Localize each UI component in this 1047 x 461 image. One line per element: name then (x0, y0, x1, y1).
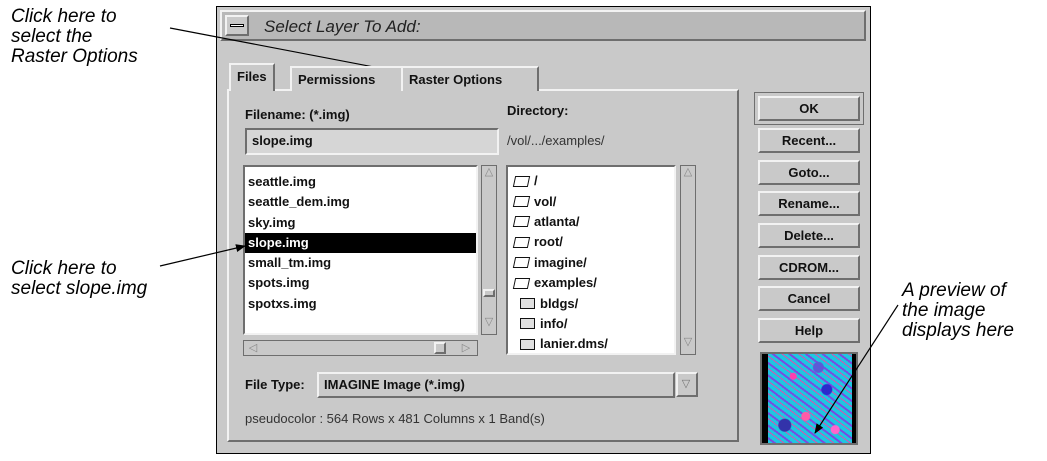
preview-leader-line (814, 304, 899, 434)
file-leader-line (159, 244, 246, 267)
tab-files[interactable]: Files (229, 63, 275, 91)
tab-raster-options[interactable]: Raster Options (401, 66, 539, 91)
tab-permissions[interactable]: Permissions (290, 66, 403, 91)
